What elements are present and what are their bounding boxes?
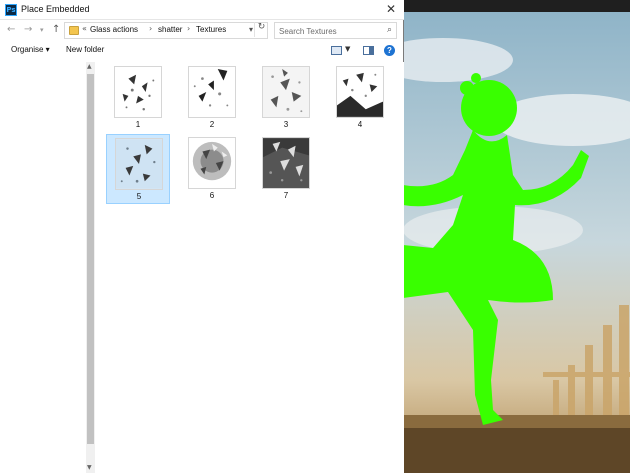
search-input[interactable]	[279, 25, 379, 37]
up-arrow-icon[interactable]: ↑	[52, 24, 60, 35]
file-name: 1	[135, 120, 141, 129]
change-view-icon[interactable]	[331, 46, 342, 55]
window-title: Place Embedded	[21, 4, 90, 14]
file-item-3[interactable]: 3	[254, 63, 318, 133]
file-name: 4	[357, 120, 363, 129]
new-folder-button[interactable]: New folder	[66, 45, 104, 54]
scroll-up-icon[interactable]: ▲	[87, 63, 92, 70]
breadcrumb-shatter[interactable]: shatter	[158, 25, 182, 34]
file-name: 5	[136, 192, 142, 201]
file-item-1[interactable]: 1	[106, 63, 170, 133]
texture-thumbnail	[336, 66, 384, 118]
texture-thumbnail	[188, 66, 236, 118]
texture-thumbnail	[114, 66, 162, 118]
title-bar: Ps Place Embedded ✕	[0, 0, 404, 20]
view-options-dropdown-icon[interactable]: ▼	[345, 45, 350, 53]
navigation-pane-scrollbar[interactable]: ▲ ▼	[86, 62, 95, 473]
preview-pane-icon[interactable]	[363, 46, 374, 55]
scrollbar-thumb[interactable]	[87, 74, 94, 444]
photoshop-icon: Ps	[5, 4, 17, 16]
search-icon[interactable]: ⌕	[387, 25, 392, 35]
breadcrumb-glass-actions[interactable]: Glass actions	[90, 25, 138, 34]
recent-locations-chevron-icon[interactable]: ▾	[40, 26, 44, 34]
back-arrow-icon[interactable]: ←	[7, 24, 15, 35]
command-bar: Organise ▾ New folder ▼ ?	[0, 42, 404, 60]
file-item-7[interactable]: 7	[254, 134, 318, 204]
folder-icon	[69, 26, 79, 35]
breadcrumb-textures[interactable]: Textures	[196, 25, 226, 34]
address-bar[interactable]: « Glass actions › shatter › Textures ▾	[64, 22, 268, 39]
organise-button[interactable]: Organise ▾	[11, 45, 50, 54]
refresh-icon[interactable]: ↻	[254, 22, 268, 37]
file-name: 6	[209, 191, 215, 200]
file-item-5[interactable]: 5	[106, 134, 170, 204]
navigation-pane[interactable]	[0, 62, 86, 473]
navigation-bar: ← → ▾ ↑ « Glass actions › shatter › Text…	[0, 20, 404, 42]
file-name: 2	[209, 120, 215, 129]
texture-thumbnail	[115, 138, 163, 190]
file-name: 7	[283, 191, 289, 200]
address-dropdown-icon[interactable]: ▾	[249, 25, 253, 34]
file-item-4[interactable]: 4	[328, 63, 392, 133]
texture-thumbnail	[262, 137, 310, 189]
chevron-right-icon: ›	[187, 24, 191, 33]
search-box[interactable]: ⌕	[274, 22, 397, 39]
file-item-2[interactable]: 2	[180, 63, 244, 133]
texture-thumbnail	[188, 137, 236, 189]
forward-arrow-icon[interactable]: →	[24, 24, 32, 35]
file-item-6[interactable]: 6	[180, 134, 244, 204]
help-icon[interactable]: ?	[384, 45, 395, 56]
screen: Ps Place Embedded ✕ ← → ▾ ↑ « Glass acti…	[0, 0, 630, 473]
texture-thumbnail	[262, 66, 310, 118]
scroll-down-icon[interactable]: ▼	[87, 464, 92, 471]
breadcrumb-overflow[interactable]: «	[82, 24, 87, 33]
close-icon[interactable]: ✕	[386, 2, 396, 16]
file-list: 1 2 3 4 5 6 7	[95, 62, 404, 473]
chevron-right-icon: ›	[149, 24, 153, 33]
file-name: 3	[283, 120, 289, 129]
photoshop-canvas	[403, 12, 630, 473]
place-embedded-dialog: Ps Place Embedded ✕ ← → ▾ ↑ « Glass acti…	[0, 0, 404, 473]
